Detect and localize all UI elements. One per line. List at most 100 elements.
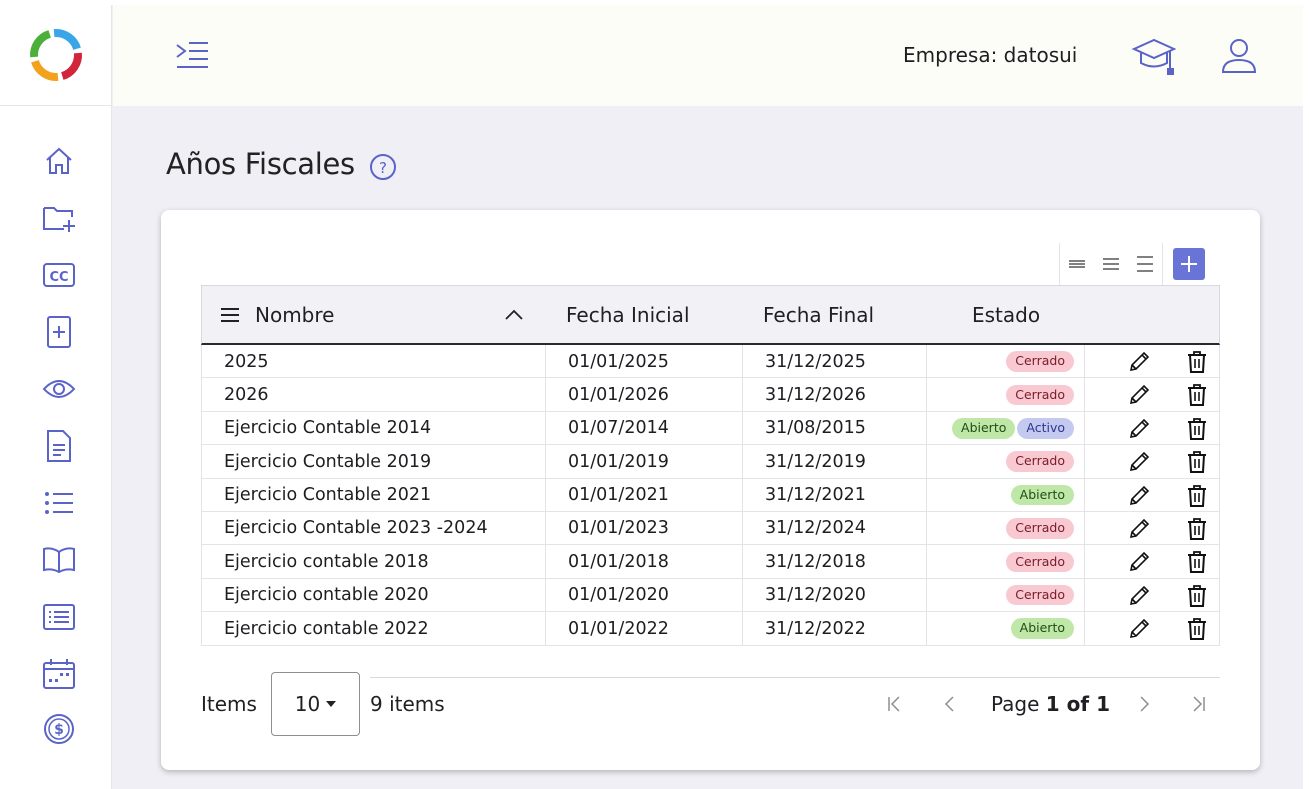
sidebar-item-list-box[interactable] (40, 598, 78, 636)
column-divider (742, 578, 743, 612)
delete-icon[interactable] (1184, 483, 1210, 509)
grid-toolbar (1059, 243, 1205, 285)
header-fecha-final[interactable]: Fecha Final (763, 286, 874, 344)
cell-nombre: Ejercicio contable 2022 (224, 618, 429, 639)
home-icon (46, 147, 72, 174)
density-compact-icon (1069, 260, 1085, 268)
header-nombre[interactable]: Nombre (255, 286, 334, 344)
cell-nombre: Ejercicio contable 2018 (224, 551, 429, 572)
density-medium-button[interactable] (1094, 247, 1128, 281)
next-page-icon[interactable] (1130, 690, 1158, 718)
page-total: 1 (1096, 692, 1110, 716)
table-row[interactable]: Ejercicio Contable 2019 01/01/2019 31/12… (201, 445, 1220, 479)
delete-icon[interactable] (1184, 349, 1210, 375)
chevron-down-icon (326, 701, 337, 707)
svg-text:CC: CC (49, 270, 68, 285)
density-large-button[interactable] (1128, 247, 1162, 281)
edit-icon[interactable] (1126, 382, 1152, 408)
status-badge: Abierto (952, 418, 1016, 439)
status-badges: Cerrado (1006, 579, 1074, 612)
add-fiscal-year-button[interactable] (1173, 248, 1205, 280)
status-badge: Cerrado (1006, 518, 1074, 539)
menu-toggle-icon[interactable] (173, 39, 211, 73)
logo-ring-icon (29, 28, 82, 81)
delete-icon[interactable] (1184, 616, 1210, 642)
graduation-cap-icon[interactable] (1130, 35, 1178, 79)
status-badges: Cerrado (1006, 445, 1074, 478)
sidebar-item-calendar[interactable] (40, 655, 78, 693)
cell-fecha-inicial: 01/01/2023 (568, 518, 669, 539)
cell-fecha-inicial: 01/01/2026 (568, 384, 669, 405)
status-badge: Abierto (1010, 484, 1074, 506)
first-page-icon[interactable] (881, 690, 909, 718)
sidebar-item-folder-add[interactable] (40, 199, 78, 237)
column-menu-icon[interactable] (220, 286, 240, 344)
density-compact-button[interactable] (1060, 247, 1094, 281)
toolbar-divider (1162, 243, 1163, 285)
folder-add-icon (43, 207, 75, 232)
page-current: 1 (1045, 692, 1060, 716)
sidebar-item-home[interactable] (40, 142, 78, 180)
list-box-icon (43, 604, 75, 630)
sidebar-item-cc[interactable]: CC (40, 256, 78, 294)
cell-nombre: Ejercicio Contable 2023 -2024 (224, 518, 488, 539)
app-logo[interactable] (0, 5, 112, 106)
edit-icon[interactable] (1126, 616, 1152, 642)
sidebar: CC $ (0, 106, 112, 789)
header-estado[interactable]: Estado (972, 286, 1040, 344)
sidebar-item-view[interactable] (40, 370, 78, 408)
edit-icon[interactable] (1126, 349, 1152, 375)
previous-page-icon[interactable] (936, 690, 964, 718)
table-row[interactable]: Ejercicio contable 2020 01/01/2020 31/12… (201, 578, 1220, 613)
edit-icon[interactable] (1126, 549, 1152, 575)
delete-icon[interactable] (1184, 583, 1210, 609)
delete-icon[interactable] (1184, 549, 1210, 575)
status-badge: Cerrado (1006, 551, 1074, 573)
edit-icon[interactable] (1126, 516, 1152, 542)
user-profile-icon[interactable] (1219, 36, 1259, 76)
table-row[interactable]: Ejercicio contable 2022 01/01/2022 31/12… (201, 612, 1220, 646)
sidebar-item-new-document[interactable] (40, 313, 78, 351)
cell-fecha-final: 31/12/2020 (765, 585, 866, 606)
status-badges: Cerrado (1006, 512, 1074, 545)
sidebar-item-book[interactable] (40, 541, 78, 579)
sidebar-item-finance[interactable]: $ (40, 710, 78, 748)
header-fecha-inicial[interactable]: Fecha Inicial (566, 286, 690, 344)
cell-estado: Abierto Activo (926, 412, 1074, 445)
delete-icon[interactable] (1184, 382, 1210, 408)
sidebar-item-list[interactable] (40, 484, 78, 522)
cell-fecha-final: 31/12/2024 (765, 518, 866, 539)
edit-icon[interactable] (1126, 449, 1152, 475)
column-divider (1084, 378, 1085, 411)
sort-ascending-icon[interactable] (504, 286, 524, 344)
column-divider (545, 345, 546, 378)
delete-icon[interactable] (1184, 449, 1210, 475)
page-of: of (1059, 692, 1097, 716)
delete-icon[interactable] (1184, 516, 1210, 542)
table-row[interactable]: 2025 01/01/2025 31/12/2025 Cerrado (201, 345, 1220, 379)
last-page-icon[interactable] (1184, 690, 1212, 718)
edit-icon[interactable] (1126, 416, 1152, 442)
cell-nombre: 2025 (224, 351, 269, 372)
company-label: Empresa: datosui (903, 43, 1078, 67)
page-size-select[interactable]: 10 (271, 672, 360, 736)
column-divider (1084, 478, 1085, 511)
help-icon[interactable]: ? (369, 153, 397, 181)
table-row[interactable]: Ejercicio contable 2018 01/01/2018 31/12… (201, 545, 1220, 579)
table-row[interactable]: Ejercicio Contable 2021 01/01/2021 31/12… (201, 478, 1220, 512)
delete-icon[interactable] (1184, 416, 1210, 442)
table-row[interactable]: 2026 01/01/2026 31/12/2026 Cerrado (201, 378, 1220, 412)
column-divider (1084, 612, 1085, 645)
table-row[interactable]: Ejercicio Contable 2014 01/07/2014 31/08… (201, 411, 1220, 446)
column-divider (742, 478, 743, 511)
cell-fecha-inicial: 01/01/2018 (568, 551, 669, 572)
edit-icon[interactable] (1126, 483, 1152, 509)
column-divider (545, 478, 546, 511)
sidebar-item-document[interactable] (40, 427, 78, 465)
dollar-icon: $ (44, 714, 74, 744)
table-row[interactable]: Ejercicio Contable 2023 -2024 01/01/2023… (201, 511, 1220, 546)
page-prefix: Page (991, 692, 1046, 716)
edit-icon[interactable] (1126, 583, 1152, 609)
items-label: Items (201, 692, 257, 716)
window-edge (1303, 0, 1309, 789)
